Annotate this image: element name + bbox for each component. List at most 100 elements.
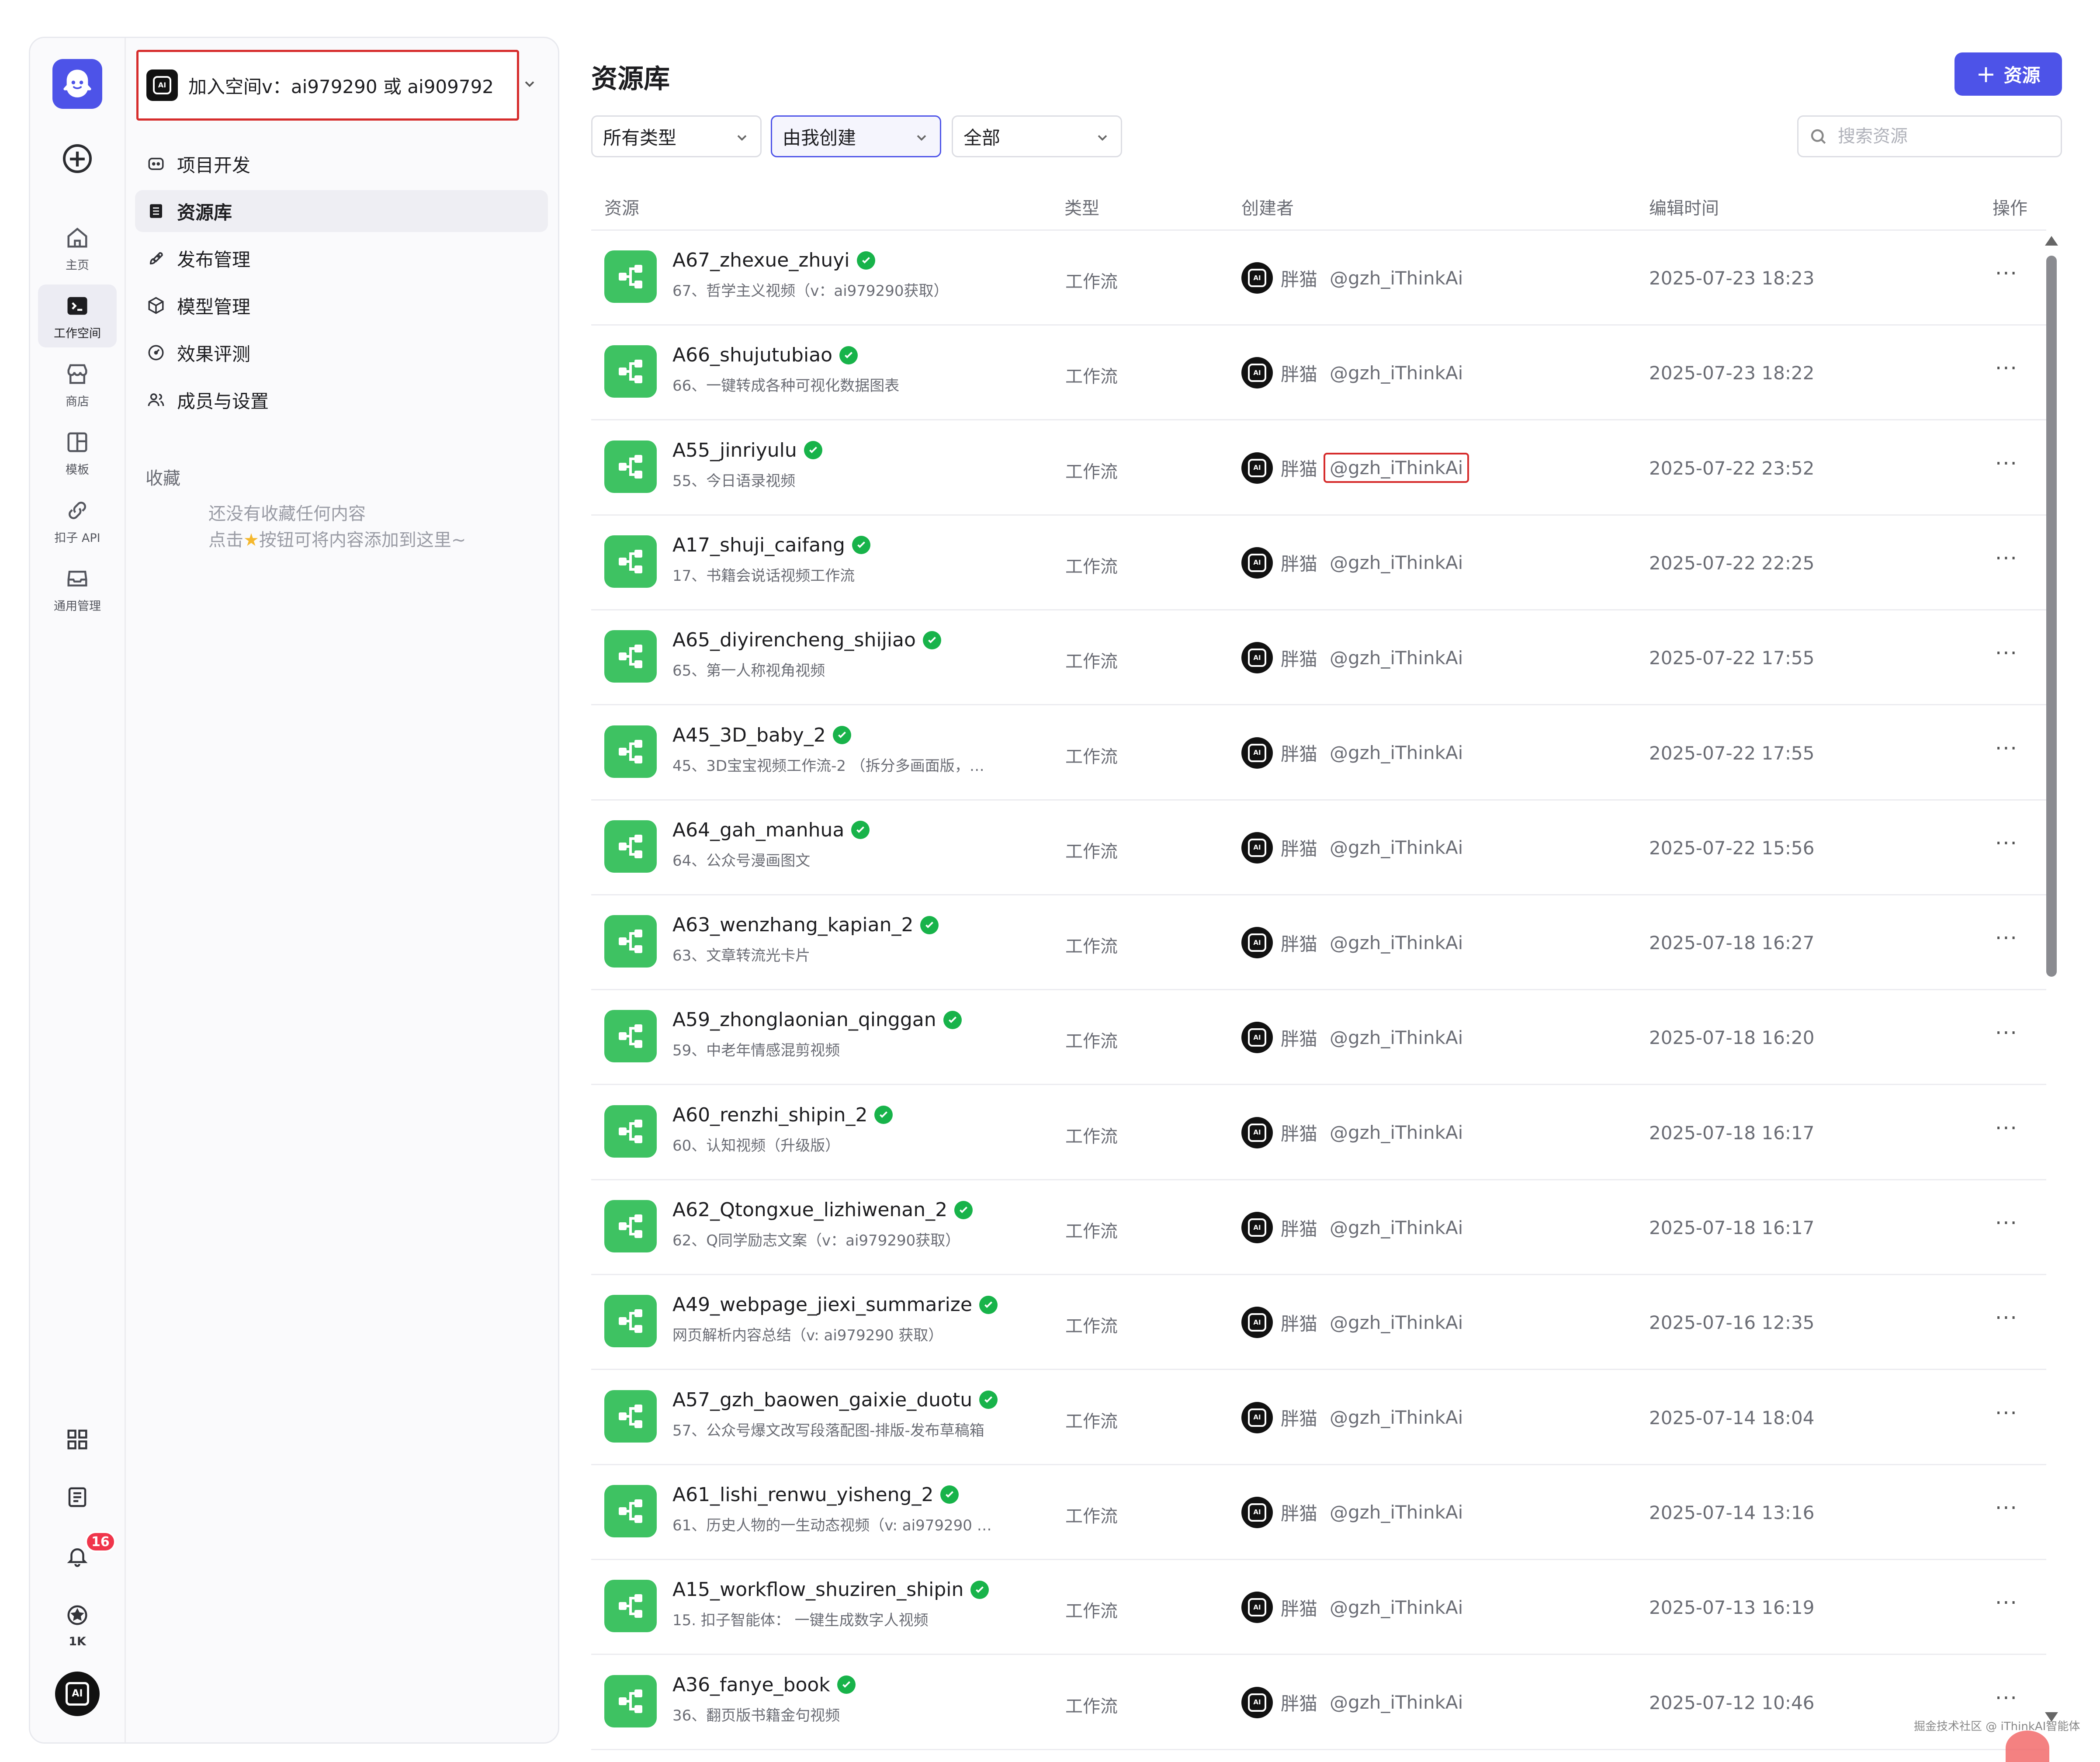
resource-name[interactable]: A66_shujutubiao: [672, 344, 858, 366]
column-header-creator[interactable]: 创建者: [1241, 194, 1294, 219]
chevron-down-icon[interactable]: [522, 76, 537, 92]
rail-item-store[interactable]: 商店: [38, 353, 117, 416]
add-resource-button[interactable]: + 资源: [1954, 52, 2062, 96]
rail-item-template[interactable]: 模板: [38, 421, 117, 484]
resource-type: 工作流: [1065, 1506, 1118, 1526]
resource-name[interactable]: A17_shuji_caifang: [672, 534, 870, 556]
apps-grid-button[interactable]: [63, 1425, 92, 1454]
more-actions-button[interactable]: ···: [1995, 1496, 2018, 1520]
ai-avatar-icon: AI: [1248, 1408, 1266, 1427]
table-row[interactable]: A63_wenzhang_kapian_2 63、文章转流光卡片 工作流 AI 胖猫 @g…: [591, 895, 2046, 991]
creator-name: 胖猫: [1281, 1693, 1318, 1714]
nav-item-evaluation[interactable]: 效果评测: [135, 332, 548, 374]
table-row[interactable]: A64_gah_manhua 64、公众号漫画图文 工作流 AI 胖猫 @gzh_iThi…: [591, 801, 2046, 895]
more-actions-button[interactable]: ···: [1995, 1116, 2018, 1141]
resource-name[interactable]: A61_lishi_renwu_yisheng_2: [672, 1484, 959, 1506]
more-actions-button[interactable]: ···: [1995, 831, 2018, 856]
column-header-resource[interactable]: 资源: [604, 194, 639, 219]
more-actions-button[interactable]: ···: [1995, 1021, 2018, 1045]
creator-filter[interactable]: 由我创建: [771, 115, 941, 157]
rail-item-api[interactable]: 扣子 API: [38, 489, 117, 552]
resource-name[interactable]: A65_diyirencheng_shijiao: [672, 629, 941, 651]
nav-item-models[interactable]: 模型管理: [135, 284, 548, 326]
resource-name[interactable]: A57_gzh_baowen_gaixie_duotu: [672, 1389, 998, 1411]
more-actions-button[interactable]: ···: [1995, 1306, 2018, 1330]
table-row[interactable]: A55_jinriyulu 55、今日语录视频 工作流 AI 胖猫 @gzh_iThink…: [591, 421, 2046, 516]
status-filter[interactable]: 全部: [952, 115, 1122, 157]
points-button[interactable]: [63, 1601, 92, 1630]
table-row[interactable]: A15_workflow_shuziren_shipin 15. 扣子智能体： 一…: [591, 1560, 2046, 1655]
chevron-down-icon: [917, 135, 926, 141]
more-actions-button[interactable]: ···: [1995, 261, 2018, 286]
creator-avatar: AI: [1241, 357, 1273, 389]
nav-item-publish[interactable]: 发布管理: [135, 237, 548, 279]
more-actions-button[interactable]: ···: [1995, 926, 2018, 950]
rail-item-home[interactable]: 主页: [38, 216, 117, 279]
workflow-icon: [604, 1200, 657, 1252]
creator-avatar: AI: [1241, 642, 1273, 674]
resource-name[interactable]: A59_zhonglaonian_qinggan: [672, 1009, 962, 1031]
resource-description: 63、文章转流光卡片: [672, 947, 811, 965]
table-row[interactable]: A57_gzh_baowen_gaixie_duotu 57、公众号爆文改写段落配…: [591, 1370, 2046, 1465]
nav-item-library[interactable]: 资源库: [135, 190, 548, 232]
more-actions-button[interactable]: ···: [1995, 356, 2018, 381]
search-input[interactable]: [1838, 126, 2048, 146]
resource-type: 工作流: [1065, 1601, 1118, 1622]
verified-check-icon: [874, 1106, 893, 1124]
table-row[interactable]: A61_lishi_renwu_yisheng_2 61、历史人物的一生动态视频（…: [591, 1465, 2046, 1560]
user-avatar[interactable]: AI: [55, 1672, 100, 1716]
resource-name[interactable]: A55_jinriyulu: [672, 439, 822, 461]
resource-name[interactable]: A36_fanye_book: [672, 1674, 856, 1696]
nav-item-members[interactable]: 成员与设置: [135, 379, 548, 421]
table-row[interactable]: A60_renzhi_shipin_2 60、认知视频（升级版） 工作流 AI 胖猫 @g…: [591, 1086, 2046, 1180]
column-header-edited[interactable]: 编辑时间: [1649, 194, 1719, 219]
table-row[interactable]: A49_webpage_jiexi_summarize 网页解析内容总结（v: a…: [591, 1275, 2046, 1370]
more-actions-button[interactable]: ···: [1995, 641, 2018, 666]
table-row[interactable]: A66_shujutubiao 66、一键转成各种可视化数据图表 工作流 AI 胖猫 @g…: [591, 326, 2046, 421]
verified-check-icon: [856, 251, 875, 270]
edit-time: 2025-07-14 13:16: [1649, 1502, 1815, 1523]
type-filter[interactable]: 所有类型: [591, 115, 762, 157]
creator-handle: @gzh_iThinkAi: [1324, 453, 1469, 483]
more-actions-button[interactable]: ···: [1995, 736, 2018, 761]
ai-avatar-icon: AI: [66, 1682, 89, 1706]
column-header-type[interactable]: 类型: [1064, 194, 1099, 219]
creator-handle: @gzh_iThinkAi: [1330, 362, 1463, 384]
table-row[interactable]: A59_zhonglaonian_qinggan 59、中老年情感混剪视频 工作流 A…: [591, 990, 2046, 1086]
docs-button[interactable]: [63, 1483, 92, 1512]
rail-item-admin[interactable]: 通用管理: [38, 557, 117, 620]
resource-name[interactable]: A63_wenzhang_kapian_2: [672, 914, 939, 936]
table-row[interactable]: A67_zhexue_zhuyi 67、哲学主义视频（v：ai979290获取） 工…: [591, 231, 2046, 326]
resource-name[interactable]: A60_renzhi_shipin_2: [672, 1104, 893, 1126]
scroll-up-arrow[interactable]: [2045, 236, 2058, 246]
table-row[interactable]: A62_Qtongxue_lizhiwenan_2 62、Q同学励志文案（v：ai…: [591, 1180, 2046, 1275]
resource-name[interactable]: A62_Qtongxue_lizhiwenan_2: [672, 1199, 973, 1221]
resource-name[interactable]: A45_3D_baby_2: [672, 724, 851, 746]
nav-item-projects[interactable]: 项目开发: [135, 143, 548, 185]
store-icon: [63, 360, 92, 388]
scrollbar-thumb[interactable]: [2046, 256, 2057, 977]
space-selector[interactable]: AI 加入空间v：ai979290 或 ai909792: [136, 50, 519, 121]
create-button[interactable]: +: [63, 144, 92, 173]
table-row[interactable]: A65_diyirencheng_shijiao 65、第一人称视角视频 工作流 AI…: [591, 610, 2046, 706]
app-logo[interactable]: [52, 59, 102, 109]
column-header-actions: 操作: [1993, 198, 2027, 219]
table-row[interactable]: A17_shuji_caifang 17、书籍会说话视频工作流 工作流 AI 胖猫 @gz…: [591, 516, 2046, 610]
rail-item-workspace[interactable]: 工作空间: [38, 284, 117, 347]
more-actions-button[interactable]: ···: [1995, 546, 2018, 571]
table-row[interactable]: A45_3D_baby_2 45、3D宝宝视频工作流-2 （拆分多画面版，… 工作流…: [591, 706, 2046, 801]
api-icon: [63, 496, 92, 525]
resource-name[interactable]: A64_gah_manhua: [672, 819, 870, 841]
more-actions-button[interactable]: ···: [1995, 1686, 2018, 1710]
resource-name[interactable]: A67_zhexue_zhuyi: [672, 249, 875, 271]
search-box[interactable]: [1797, 115, 2062, 157]
more-actions-button[interactable]: ···: [1995, 1401, 2018, 1426]
more-actions-button[interactable]: ···: [1995, 1591, 2018, 1615]
edit-time: 2025-07-18 16:17: [1649, 1217, 1815, 1238]
creator-name: 胖猫: [1281, 363, 1318, 385]
more-actions-button[interactable]: ···: [1995, 451, 2018, 476]
more-actions-button[interactable]: ···: [1995, 1211, 2018, 1235]
resource-name[interactable]: A15_workflow_shuziren_shipin: [672, 1578, 989, 1601]
resource-name[interactable]: A49_webpage_jiexi_summarize: [672, 1294, 998, 1316]
table-row[interactable]: A36_fanye_book 36、翻页版书籍金句视频 工作流 AI 胖猫 @gzh_iT…: [591, 1655, 2046, 1750]
